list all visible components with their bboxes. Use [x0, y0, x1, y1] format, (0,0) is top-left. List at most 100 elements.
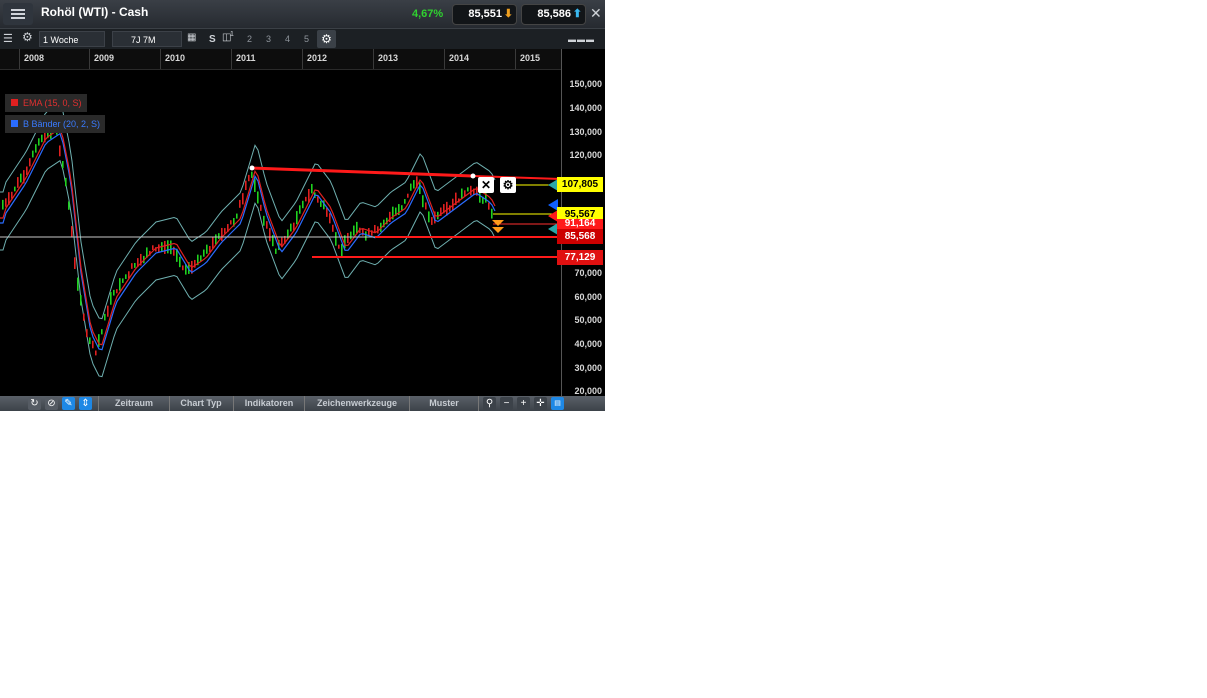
- close-icon[interactable]: ✕: [590, 5, 602, 22]
- settings-icon[interactable]: ⚙: [22, 30, 33, 44]
- candle: [182, 265, 184, 270]
- candle: [422, 195, 424, 207]
- zoom-in-icon[interactable]: +: [517, 397, 530, 410]
- candle: [221, 228, 223, 241]
- crosshair-icon[interactable]: ✛: [534, 397, 547, 410]
- legend-bollinger-label: B Bänder (20, 2, S): [23, 119, 100, 129]
- candle: [2, 200, 4, 210]
- range-select[interactable]: 7J 7M: [112, 31, 182, 47]
- gear-icon[interactable]: ⚙: [317, 30, 336, 48]
- refresh-icon[interactable]: ↻: [28, 397, 41, 410]
- bollinger-bands: [0, 103, 495, 377]
- title-bar: Rohöl (WTI) - Cash 4,67% 85,551 ⬇ 85,586…: [0, 0, 605, 28]
- candle: [245, 181, 247, 190]
- tab-muster[interactable]: Muster: [410, 396, 479, 411]
- search-icon[interactable]: ⚲: [483, 397, 496, 410]
- chart-window: Rohöl (WTI) - Cash 4,67% 85,551 ⬇ 85,586…: [0, 0, 605, 411]
- candle: [356, 222, 358, 233]
- candle: [62, 161, 64, 168]
- ask-price-button[interactable]: 85,586 ⬆: [521, 4, 586, 25]
- pencil-icon[interactable]: ✎: [62, 397, 75, 410]
- candle: [239, 200, 241, 208]
- change-percent: 4,67%: [412, 8, 443, 20]
- candle: [32, 151, 34, 158]
- candle: [236, 214, 238, 219]
- candle: [242, 193, 244, 204]
- candle: [59, 145, 61, 156]
- resistance-trendline[interactable]: [252, 168, 473, 176]
- candle: [101, 329, 103, 334]
- tab-zeitraum[interactable]: Zeitraum: [98, 396, 170, 411]
- candle: [203, 250, 205, 257]
- candle: [302, 201, 304, 208]
- candle: [14, 187, 16, 192]
- candle: [29, 158, 31, 166]
- candle: [35, 144, 37, 152]
- candle: [131, 263, 133, 269]
- candle: [5, 198, 7, 206]
- legend-ema-label: EMA (15, 0, S): [23, 98, 82, 108]
- candle: [257, 191, 259, 203]
- menu-button[interactable]: [3, 3, 33, 25]
- candle: [212, 237, 214, 248]
- list-icon[interactable]: ☰: [3, 32, 13, 45]
- trendline-handle[interactable]: [250, 166, 255, 171]
- zoom-out-icon[interactable]: −: [500, 397, 513, 410]
- year-label: 2015: [515, 49, 540, 69]
- legend-bollinger[interactable]: B Bänder (20, 2, S): [5, 115, 105, 133]
- drawing-settings-icon[interactable]: ⚙: [500, 177, 516, 193]
- candle: [77, 278, 79, 291]
- delete-drawing-icon[interactable]: ✕: [478, 177, 494, 193]
- candle: [164, 241, 166, 254]
- tab-indikatoren[interactable]: Indikatoren: [234, 396, 305, 411]
- candle: [200, 255, 202, 261]
- price-tick: 60,000: [574, 292, 602, 302]
- candle: [20, 174, 22, 183]
- tab-chart-typ[interactable]: Chart Typ: [169, 396, 234, 411]
- candle: [335, 232, 337, 246]
- candle: [320, 201, 322, 207]
- candle: [365, 231, 367, 240]
- panel-5-button[interactable]: 5: [304, 34, 309, 44]
- tab-zeichenwerkzeuge[interactable]: Zeichenwerkzeuge: [305, 396, 410, 411]
- candle: [110, 292, 112, 305]
- candle: [317, 196, 319, 202]
- candlesticks: [2, 127, 493, 355]
- candle: [152, 245, 154, 250]
- panel-2-button[interactable]: 2: [247, 34, 252, 44]
- ema-swatch: [11, 99, 18, 106]
- panel-4-button[interactable]: 4: [285, 34, 290, 44]
- candle: [251, 172, 253, 178]
- candle: [248, 175, 250, 181]
- year-label: 2009: [89, 49, 114, 69]
- candle: [467, 187, 469, 191]
- legend-ema[interactable]: EMA (15, 0, S): [5, 94, 87, 112]
- trendline-handle[interactable]: [471, 174, 476, 179]
- scale-toggle[interactable]: S: [209, 34, 216, 45]
- candle: [341, 244, 343, 256]
- price-tick: 120,000: [569, 150, 602, 160]
- fit-icon[interactable]: ▤: [551, 397, 564, 410]
- candle: [260, 205, 262, 211]
- calendar-icon[interactable]: ▦: [187, 32, 196, 43]
- candle: [266, 221, 268, 229]
- scroll-icon[interactable]: ⇕: [79, 397, 92, 410]
- bid-price-button[interactable]: 85,551 ⬇: [452, 4, 517, 25]
- panel-3-button[interactable]: 3: [266, 34, 271, 44]
- candle: [104, 314, 106, 321]
- no-drawing-icon[interactable]: ⊘: [45, 397, 58, 410]
- price-tick: 130,000: [569, 127, 602, 137]
- candle: [80, 295, 82, 305]
- order-marker-icon[interactable]: [492, 220, 504, 233]
- price-tick: 30,000: [574, 363, 602, 373]
- window-controls[interactable]: ▬▬▬: [568, 35, 595, 44]
- candle: [413, 180, 415, 188]
- price-tick: 70,000: [574, 268, 602, 278]
- interval-select[interactable]: 1 Woche: [39, 31, 105, 47]
- candle: [338, 245, 340, 249]
- candle: [158, 244, 160, 252]
- resistance-price-label: 107,805: [557, 177, 603, 192]
- candle: [290, 224, 292, 232]
- candle: [296, 211, 298, 224]
- time-axis: 2008 2009 2010 2011 2012 2013 2014 2015: [0, 49, 561, 70]
